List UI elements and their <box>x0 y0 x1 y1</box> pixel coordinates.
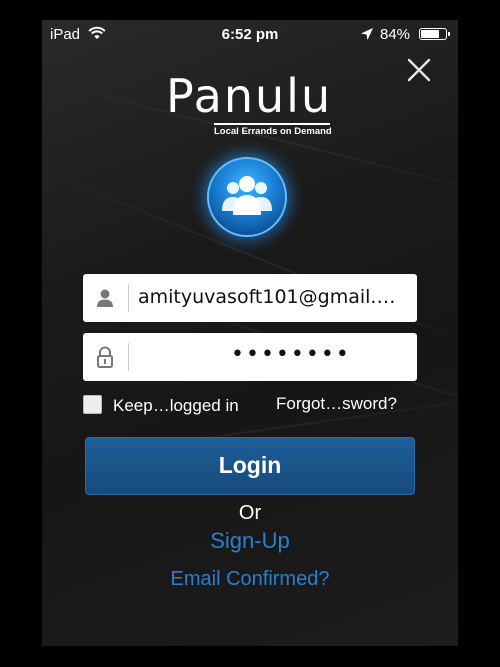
location-icon <box>360 27 374 45</box>
email-confirmed-link[interactable]: Email Confirmed? <box>42 568 458 591</box>
field-divider <box>128 284 129 312</box>
battery-level <box>421 30 439 38</box>
login-button[interactable]: Login <box>85 437 415 495</box>
forgot-password-link[interactable]: Forgot…sword? <box>276 394 397 414</box>
battery-icon <box>419 28 450 40</box>
email-value: amityuvasoft101@gmail.… <box>138 286 396 308</box>
user-icon <box>93 286 117 310</box>
battery-percent: 84% <box>380 26 411 43</box>
keep-logged-in-label[interactable]: Keep…logged in <box>113 396 239 416</box>
email-field[interactable]: amityuvasoft101@gmail.… <box>83 274 417 322</box>
users-icon <box>207 157 287 237</box>
close-icon[interactable] <box>406 57 432 83</box>
or-separator: Or <box>238 502 262 524</box>
signup-link[interactable]: Sign-Up <box>42 528 458 554</box>
password-field[interactable]: •••••••• <box>83 333 417 381</box>
field-divider <box>128 343 129 371</box>
app-logo: Panulu Local Errands on Demand <box>166 69 336 137</box>
password-value: •••••••• <box>231 342 351 367</box>
keep-logged-in-checkbox[interactable] <box>83 395 102 414</box>
logo-underline <box>214 123 330 125</box>
logo-name: Panulu <box>166 69 333 123</box>
status-bar: iPad 6:52 pm 84% <box>42 20 458 48</box>
lock-icon <box>93 345 117 369</box>
app-screen: iPad 6:52 pm 84% Panulu Local Errands on <box>42 20 458 646</box>
logo-tagline: Local Errands on Demand <box>214 126 332 137</box>
